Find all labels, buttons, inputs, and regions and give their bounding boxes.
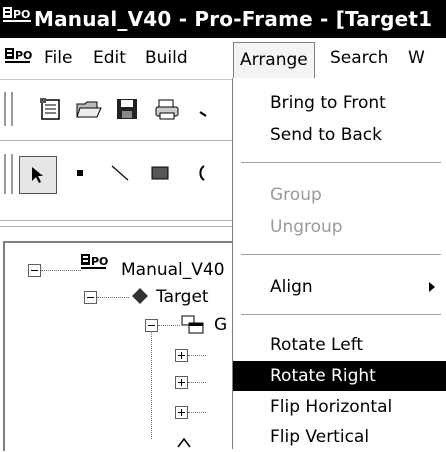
- save-disk-icon[interactable]: [110, 92, 144, 126]
- tree-collapse-root[interactable]: [28, 264, 41, 277]
- menu-file[interactable]: File: [38, 38, 78, 79]
- menu-item-label: Group: [270, 185, 322, 205]
- menu-separator: [241, 314, 441, 316]
- menu-rotate-left[interactable]: Rotate Left: [233, 330, 446, 360]
- tree-connector: [188, 412, 206, 413]
- menu-build[interactable]: Build: [139, 38, 194, 79]
- tree-item-group[interactable]: G: [214, 315, 227, 335]
- new-doc-icon[interactable]: [34, 92, 68, 126]
- menu-bar: PO File Edit Build Arrange Search W: [0, 38, 446, 80]
- line-tool-icon[interactable]: [103, 156, 137, 190]
- tree-expand-child-1[interactable]: [175, 349, 188, 362]
- rectangle-tool-icon[interactable]: [143, 156, 177, 190]
- ellipse-tool-icon[interactable]: [184, 156, 218, 190]
- tree-collapse-target[interactable]: [84, 291, 97, 304]
- print-icon[interactable]: [150, 92, 184, 126]
- svg-text:PO: PO: [91, 255, 108, 268]
- menu-search[interactable]: Search: [324, 38, 394, 79]
- app-icon: PO: [3, 7, 31, 22]
- open-folder-icon[interactable]: [72, 92, 106, 126]
- point-tool-icon[interactable]: [63, 156, 97, 190]
- menu-rotate-right[interactable]: Rotate Right: [233, 361, 446, 391]
- menu-item-label: Align: [270, 277, 313, 297]
- tree-expand-child-3[interactable]: [175, 406, 188, 419]
- tree-connector: [97, 297, 129, 298]
- submenu-arrow-icon: [429, 282, 435, 292]
- menu-ungroup: Ungroup: [233, 212, 446, 242]
- menu-separator: [241, 254, 441, 256]
- menu-group: Group: [233, 180, 446, 210]
- toolbar-partial-icon[interactable]: [188, 92, 222, 126]
- title-bar: PO Manual_V40 - Pro-Frame - [Target1: [0, 0, 446, 38]
- menu-item-label: Flip Vertical: [270, 427, 370, 447]
- target-diamond-icon: [132, 288, 148, 304]
- menu-send-to-back[interactable]: Send to Back: [233, 120, 446, 150]
- select-arrow-icon[interactable]: [19, 156, 57, 194]
- window-title: Manual_V40 - Pro-Frame - [Target1: [34, 7, 433, 31]
- svg-text:PO: PO: [13, 8, 30, 21]
- tree-connector: [188, 382, 206, 383]
- menu-item-label: Ungroup: [270, 217, 343, 237]
- menu-window[interactable]: W: [402, 38, 431, 79]
- pane-divider-bottom: [0, 226, 232, 227]
- arrange-menu: Bring to Front Send to Back Group Ungrou…: [232, 78, 446, 449]
- toolbar-grip-2[interactable]: [4, 154, 13, 194]
- tree-item-root[interactable]: Manual_V40: [121, 260, 225, 280]
- group-icon: [181, 315, 204, 334]
- toolbar-grip[interactable]: [4, 92, 13, 126]
- menu-item-label: Bring to Front: [270, 93, 386, 113]
- tree-connector: [41, 270, 81, 271]
- tree-item-target[interactable]: Target: [156, 287, 209, 307]
- toolbar-divider: [0, 140, 232, 141]
- tree-connector: [151, 331, 152, 439]
- tree-expand-child-2[interactable]: [175, 376, 188, 389]
- menu-flip-horizontal[interactable]: Flip Horizontal: [233, 392, 446, 422]
- menu-item-label: Rotate Right: [270, 366, 376, 386]
- menu-flip-vertical[interactable]: Flip Vertical: [233, 422, 446, 452]
- menu-align[interactable]: Align: [233, 272, 446, 302]
- tree-connector: [188, 355, 206, 356]
- menu-item-label: Rotate Left: [270, 335, 364, 355]
- menu-bring-to-front[interactable]: Bring to Front: [233, 88, 446, 118]
- pane-divider-top: [0, 220, 232, 221]
- partial-item-icon: [177, 437, 191, 448]
- menu-separator: [241, 162, 441, 164]
- project-icon: PO: [81, 254, 108, 269]
- menu-item-label: Flip Horizontal: [270, 397, 393, 417]
- menu-edit[interactable]: Edit: [87, 38, 132, 79]
- document-icon[interactable]: PO: [4, 47, 32, 71]
- menu-arrange[interactable]: Arrange: [233, 42, 315, 80]
- menu-item-label: Send to Back: [270, 125, 382, 145]
- svg-text:PO: PO: [15, 49, 32, 62]
- tree-connector: [158, 325, 180, 326]
